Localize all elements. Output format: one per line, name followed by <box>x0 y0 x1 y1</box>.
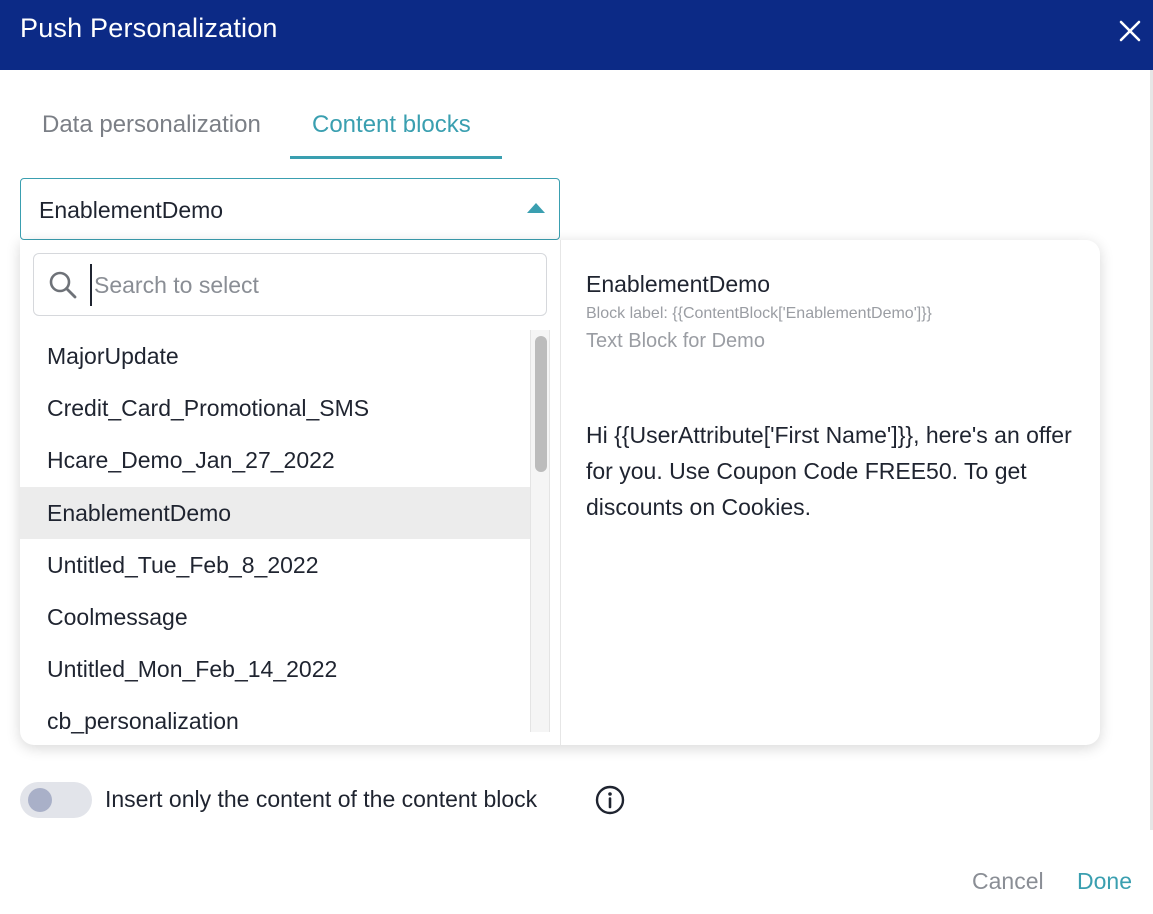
list-item[interactable]: MajorUpdate <box>20 330 530 382</box>
preview-title: EnablementDemo <box>586 271 771 297</box>
info-icon[interactable] <box>595 785 625 815</box>
tab-content-blocks[interactable]: Content blocks <box>312 111 471 139</box>
list-item[interactable]: Credit_Card_Promotional_SMS <box>20 382 530 434</box>
list-item[interactable]: Coolmessage <box>20 591 530 643</box>
toggle-label: Insert only the content of the content b… <box>105 786 538 812</box>
search-box <box>33 253 547 316</box>
toggle-knob <box>28 788 52 812</box>
list-item[interactable]: Untitled_Tue_Feb_8_2022 <box>20 539 530 591</box>
dialog-title: Push Personalization <box>20 13 278 43</box>
list-item-selected[interactable]: EnablementDemo <box>20 487 530 539</box>
list-item[interactable]: Hcare_Demo_Jan_27_2022 <box>20 434 530 486</box>
insert-content-toggle[interactable] <box>20 782 92 818</box>
select-value: EnablementDemo <box>39 197 224 223</box>
done-button[interactable]: Done <box>1077 868 1132 895</box>
active-tab-indicator <box>290 156 502 159</box>
preview-block-label: Block label: {{ContentBlock['EnablementD… <box>586 305 932 322</box>
search-input[interactable] <box>90 264 530 306</box>
dropdown-panel: MajorUpdate Credit_Card_Promotional_SMS … <box>20 240 1100 745</box>
scrollbar-thumb[interactable] <box>535 336 547 472</box>
content-block-select[interactable]: EnablementDemo <box>20 178 560 240</box>
list-scrollbar[interactable] <box>530 330 550 732</box>
list-item[interactable]: cb_personalization <box>20 695 530 735</box>
dialog-header: Push Personalization <box>0 0 1153 70</box>
close-icon[interactable] <box>1113 14 1147 48</box>
preview-body: Hi {{UserAttribute['First Name']}}, here… <box>586 422 1072 520</box>
cancel-button[interactable]: Cancel <box>972 868 1044 895</box>
search-icon <box>49 271 77 299</box>
caret-up-icon <box>527 203 545 213</box>
preview-description: Text Block for Demo <box>586 330 765 352</box>
content-block-list: MajorUpdate Credit_Card_Promotional_SMS … <box>20 330 530 735</box>
list-item[interactable]: Untitled_Mon_Feb_14_2022 <box>20 643 530 695</box>
tab-data-personalization[interactable]: Data personalization <box>42 111 261 139</box>
content-block-preview: EnablementDemo Block label: {{ContentBlo… <box>560 240 1100 745</box>
